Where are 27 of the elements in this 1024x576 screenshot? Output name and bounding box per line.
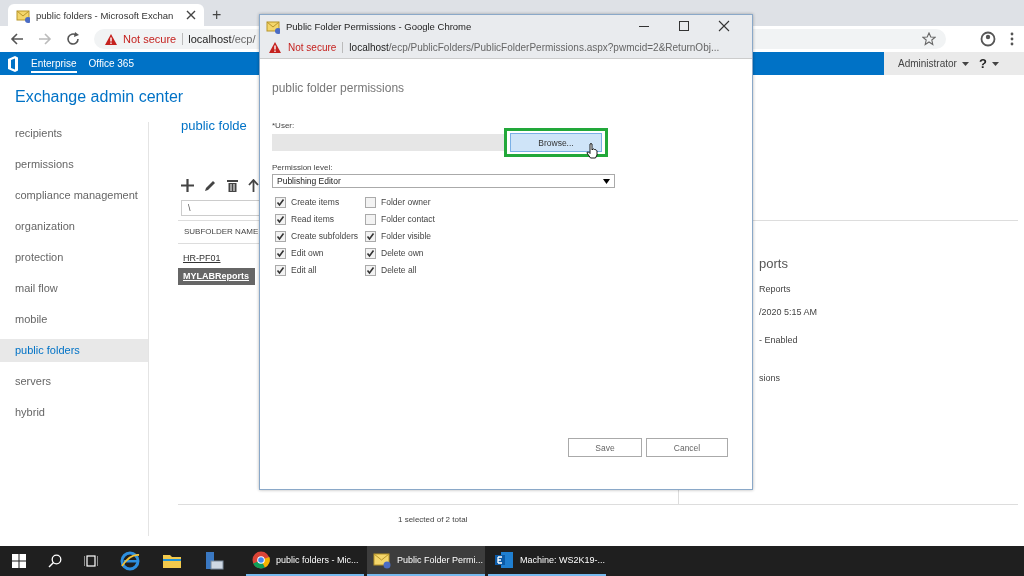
checkbox-label: Folder owner — [381, 197, 431, 207]
url-text: localhost/ecp/ — [188, 32, 256, 46]
checkbox-label: Create items — [291, 197, 340, 207]
tab-title: public folders - Microsoft Exchan — [36, 9, 175, 21]
details-text: Reports — [759, 284, 791, 294]
checkbox-label: Create subfolders — [291, 231, 359, 241]
security-label: Not secure — [123, 33, 184, 45]
details-text: /2020 5:15 AM — [759, 307, 818, 317]
window-title: Public Folder Permissions - Google Chrome — [286, 20, 473, 32]
url-text: localhost/ecp/PublicFolders/PublicFolderPermissions.aspx?pwmcid=2&ReturnObj... — [349, 40, 720, 55]
page-heading: public folde — [181, 118, 247, 135]
dialog-heading: public folder permissions — [272, 81, 406, 97]
field-label: Permission level: — [272, 163, 334, 172]
details-heading: ports — [759, 256, 788, 273]
checkbox-label: Edit all — [291, 265, 317, 275]
details-text: sions — [759, 373, 780, 383]
checkbox-label: Delete own — [381, 248, 424, 258]
checkbox-label: Delete all — [381, 265, 417, 275]
details-text: - Enabled — [759, 335, 798, 345]
app-title: Exchange admin center — [15, 88, 184, 107]
status-text: 1 selected of 2 total — [178, 504, 1018, 535]
checkbox-label: Read items — [291, 214, 334, 224]
checkbox-label: Folder contact — [381, 214, 435, 224]
checkbox-label: Edit own — [291, 248, 324, 258]
security-label: Not secure — [288, 42, 344, 53]
field-label: *User: — [272, 121, 296, 130]
checkbox-label: Folder visible — [381, 231, 432, 241]
